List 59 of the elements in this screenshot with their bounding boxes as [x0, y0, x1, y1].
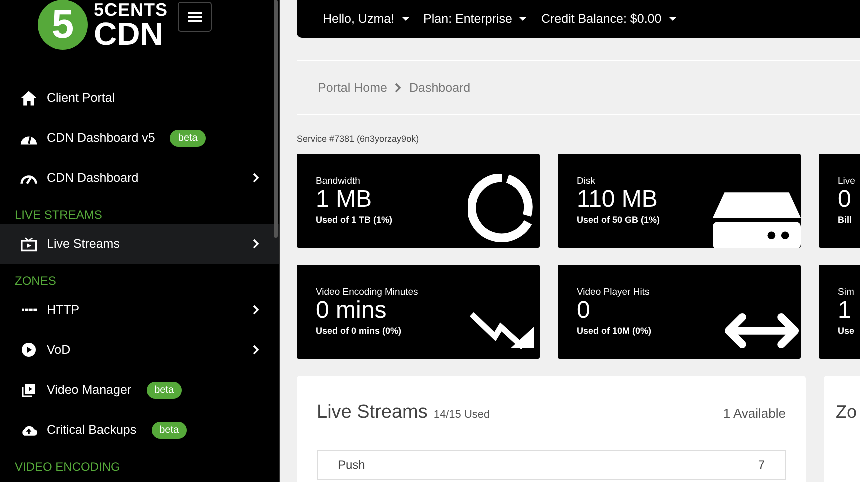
stat-value: 0: [577, 299, 592, 323]
caret-icon: [402, 17, 410, 21]
library-icon: [20, 382, 38, 398]
sidebar-item[interactable]: CDN Dashboard: [0, 158, 279, 198]
trend-down-icon: [470, 311, 536, 351]
panel-title: Zo: [836, 402, 858, 423]
sidebar-item[interactable]: Critical Backups beta: [0, 410, 279, 450]
breadcrumb-item[interactable]: Portal Home: [318, 80, 388, 94]
sidebar-item[interactable]: HTTP: [0, 290, 279, 330]
home-icon: [20, 90, 38, 106]
sidebar-item[interactable]: VoD: [0, 330, 279, 370]
caret-icon: [668, 17, 677, 21]
ring-icon: [468, 174, 536, 242]
dropdown-menu[interactable]: Hello, Uzma!: [323, 12, 410, 26]
stat-value: 1: [838, 299, 852, 323]
row-value: 7: [758, 458, 765, 472]
section-heading: LIVE STREAMS: [14, 207, 104, 224]
row-label: Push: [338, 458, 366, 472]
sidebar-item[interactable]: Live Streams: [0, 224, 279, 264]
caret-icon: [519, 17, 528, 21]
stat-caption: Used of 0 mins (0%): [316, 326, 403, 336]
service-label: Service #7381 (6n3yorzay9ok): [297, 134, 420, 144]
stat-label: Sim: [838, 287, 855, 298]
cloud-icon: [20, 424, 38, 436]
dropdown-menu[interactable]: Plan: Enterprise: [424, 12, 528, 26]
stat-label: Live: [838, 176, 856, 187]
beta-badge: beta: [170, 130, 206, 146]
stat-label: Disk: [577, 176, 596, 187]
stat-value: 1 MB: [316, 188, 374, 212]
stat-value: 0 mins: [316, 299, 388, 323]
stat-caption: Used of 1 TB (1%): [316, 215, 393, 225]
sidebar-item[interactable]: CDN Dashboard v5 beta: [0, 118, 279, 158]
beta-badge: beta: [146, 382, 182, 398]
stat-value: 0: [838, 188, 852, 212]
stat-value: 110 MB: [577, 188, 659, 212]
stat-caption: Used of 50 GB (1%): [577, 215, 660, 225]
menu-button[interactable]: [178, 2, 212, 32]
breadcrumb-item: Dashboard: [409, 80, 471, 94]
available-count: 1 Available: [723, 406, 786, 421]
scrollbar[interactable]: [274, 0, 278, 238]
menu-icon: [188, 11, 202, 23]
sidebar-item[interactable]: Video Manager beta: [0, 370, 279, 410]
stat-caption: Used of 10M (0%): [577, 326, 652, 336]
stat-caption: Use: [838, 326, 855, 336]
usage-count: 14/15 Used: [434, 409, 490, 421]
section-heading: ZONES: [14, 273, 58, 290]
section-heading: VIDEO ENCODING: [14, 459, 122, 476]
stat-label: Bandwidth: [316, 176, 362, 187]
sidebar-item[interactable]: Client Portal: [0, 78, 279, 118]
chevron-icon: [395, 82, 402, 92]
beta-badge: beta: [152, 422, 188, 438]
dropdown-menu[interactable]: Credit Balance: $0.00: [541, 12, 677, 26]
double-arrow-icon: [723, 311, 801, 351]
stat-label: Video Player Hits: [577, 287, 651, 298]
play-icon: [20, 343, 38, 357]
stat-caption: Bill: [838, 215, 854, 225]
panel-title: Live Streams: [317, 402, 428, 424]
tv-icon: [20, 236, 38, 252]
stat-label: Video Encoding Minutes: [316, 287, 418, 298]
